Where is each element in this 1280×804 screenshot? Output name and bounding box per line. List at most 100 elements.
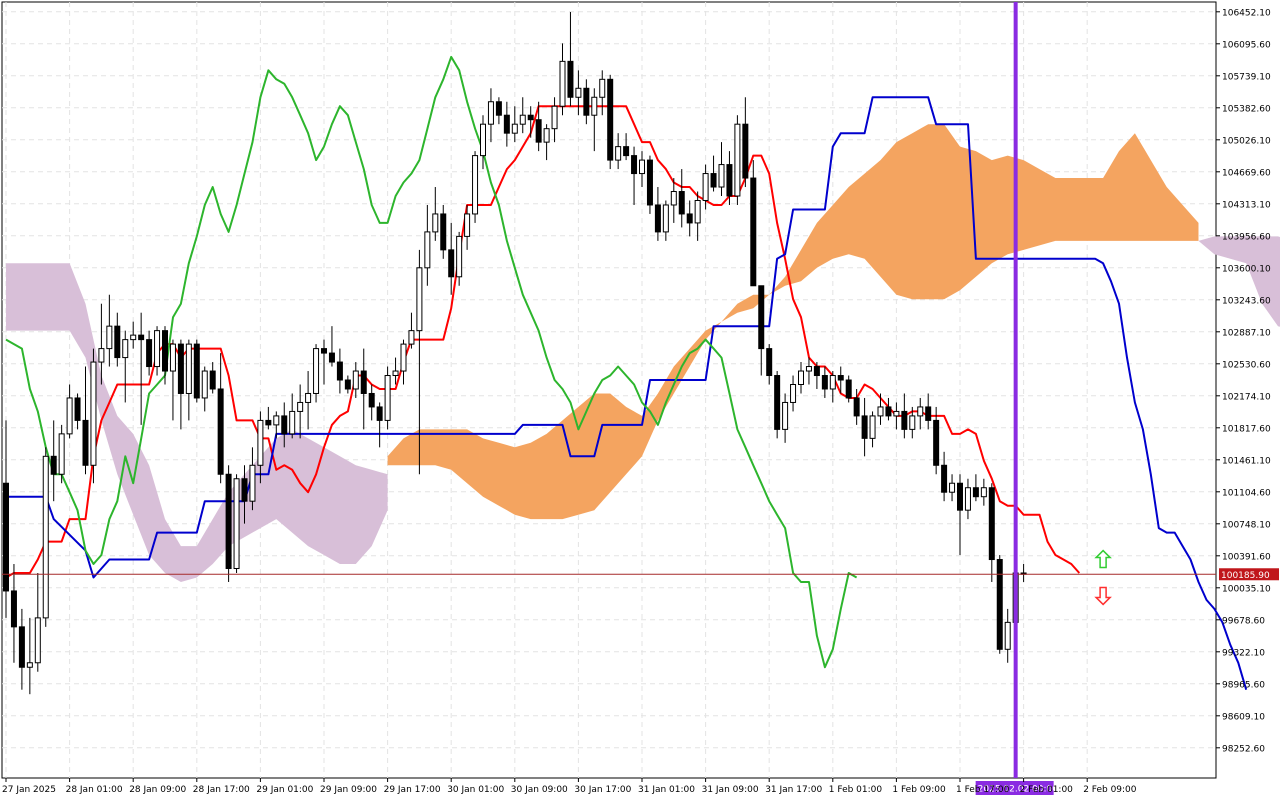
bull-candle bbox=[43, 456, 48, 618]
bull-candle bbox=[170, 344, 175, 371]
bear-candle bbox=[210, 371, 215, 389]
bear-candle bbox=[528, 115, 533, 119]
bear-candle bbox=[647, 160, 652, 205]
bear-candle bbox=[973, 488, 978, 497]
bull-candle bbox=[457, 236, 462, 276]
y-tick-label: 103956.60 bbox=[1222, 232, 1271, 242]
bull-candle bbox=[409, 331, 414, 344]
bear-candle bbox=[679, 192, 684, 214]
bull-candle bbox=[870, 416, 875, 438]
bear-candle bbox=[163, 331, 168, 371]
bear-candle bbox=[441, 214, 446, 250]
bear-candle bbox=[838, 376, 843, 380]
bear-candle bbox=[19, 627, 24, 667]
bull-candle bbox=[552, 106, 557, 128]
bull-candle bbox=[353, 371, 358, 389]
bear-candle bbox=[997, 560, 1002, 650]
bull-candle bbox=[290, 411, 295, 433]
bull-candle bbox=[99, 349, 104, 362]
bull-candle bbox=[425, 232, 430, 268]
bull-candle bbox=[544, 129, 549, 142]
bear-candle bbox=[536, 120, 541, 142]
bull-candle bbox=[417, 268, 422, 331]
x-tick-label: 28 Jan 01:00 bbox=[66, 785, 123, 795]
bear-candle bbox=[926, 407, 931, 420]
bear-candle bbox=[361, 371, 366, 393]
ichimoku-chart[interactable]: 100185.902025.02.02 00:00 106452.1010609… bbox=[0, 0, 1280, 800]
x-tick-label: 31 Jan 01:00 bbox=[638, 785, 695, 795]
bull-candle bbox=[27, 663, 32, 667]
x-tick-label: 2 Feb 01:00 bbox=[1020, 785, 1074, 795]
x-tick-label: 2 Feb 09:00 bbox=[1083, 785, 1137, 795]
bull-candle bbox=[671, 192, 676, 205]
bull-candle bbox=[298, 402, 303, 411]
bull-candle bbox=[600, 79, 605, 97]
bull-candle bbox=[965, 488, 970, 510]
y-tick-label: 102887.10 bbox=[1222, 328, 1271, 338]
bull-candle bbox=[481, 124, 486, 155]
bull-candle bbox=[258, 420, 263, 465]
x-tick-label: 1 Feb 01:00 bbox=[829, 785, 883, 795]
x-tick-label: 28 Jan 09:00 bbox=[129, 785, 186, 795]
bear-candle bbox=[504, 115, 509, 133]
bear-candle bbox=[655, 205, 660, 232]
bear-candle bbox=[862, 416, 867, 438]
y-tick-label: 101104.60 bbox=[1222, 488, 1271, 498]
x-tick-label: 1 Feb 09:00 bbox=[892, 785, 946, 795]
bull-candle bbox=[981, 488, 986, 497]
bull-candle bbox=[35, 618, 40, 663]
bear-candle bbox=[584, 88, 589, 115]
bull-candle bbox=[791, 384, 796, 402]
bear-candle bbox=[266, 420, 271, 424]
bear-candle bbox=[989, 488, 994, 560]
bull-candle bbox=[123, 340, 128, 358]
bull-candle bbox=[918, 407, 923, 416]
x-tick-label: 31 Jan 09:00 bbox=[702, 785, 759, 795]
bear-candle bbox=[687, 214, 692, 223]
bear-candle bbox=[345, 380, 350, 389]
bear-candle bbox=[51, 456, 56, 474]
chart-svg: 100185.902025.02.02 00:00 106452.1010609… bbox=[0, 0, 1280, 800]
y-tick-label: 99322.10 bbox=[1222, 648, 1265, 658]
bear-candle bbox=[822, 376, 827, 389]
bull-candle bbox=[274, 416, 279, 425]
bear-candle bbox=[115, 326, 120, 357]
bear-candle bbox=[322, 349, 327, 353]
bear-candle bbox=[369, 393, 374, 406]
bear-candle bbox=[902, 411, 907, 429]
bull-candle bbox=[306, 393, 311, 402]
x-tick-label: 27 Jan 2025 bbox=[2, 785, 56, 795]
bear-candle bbox=[329, 353, 334, 362]
bear-candle bbox=[242, 479, 247, 501]
bull-candle bbox=[830, 376, 835, 389]
bull-candle bbox=[433, 214, 438, 232]
y-tick-label: 100748.10 bbox=[1222, 520, 1271, 530]
x-tick-label: 29 Jan 17:00 bbox=[384, 785, 441, 795]
bull-candle bbox=[950, 483, 955, 492]
bear-candle bbox=[11, 591, 16, 627]
bull-candle bbox=[250, 465, 255, 501]
bear-candle bbox=[568, 61, 573, 97]
x-tick-label: 28 Jan 17:00 bbox=[193, 785, 250, 795]
y-tick-label: 102174.10 bbox=[1222, 392, 1271, 402]
y-tick-label: 98609.10 bbox=[1222, 712, 1265, 722]
bear-candle bbox=[147, 340, 152, 367]
bull-candle bbox=[155, 331, 160, 367]
bear-candle bbox=[449, 250, 454, 277]
y-tick-label: 100391.60 bbox=[1222, 552, 1271, 562]
bull-candle bbox=[465, 214, 470, 236]
bull-candle bbox=[385, 376, 390, 421]
bear-candle bbox=[75, 398, 80, 420]
bull-candle bbox=[719, 165, 724, 187]
y-tick-label: 103600.10 bbox=[1222, 264, 1271, 274]
bull-candle bbox=[560, 61, 565, 106]
bull-candle bbox=[107, 326, 112, 348]
x-tick-label: 29 Jan 09:00 bbox=[320, 785, 377, 795]
x-tick-label: 29 Jan 01:00 bbox=[256, 785, 313, 795]
y-tick-label: 100035.10 bbox=[1222, 584, 1271, 594]
y-tick-label: 106452.10 bbox=[1222, 8, 1271, 18]
bull-candle bbox=[663, 205, 668, 232]
bear-candle bbox=[759, 286, 764, 349]
bear-candle bbox=[608, 79, 613, 160]
bull-candle bbox=[576, 88, 581, 97]
